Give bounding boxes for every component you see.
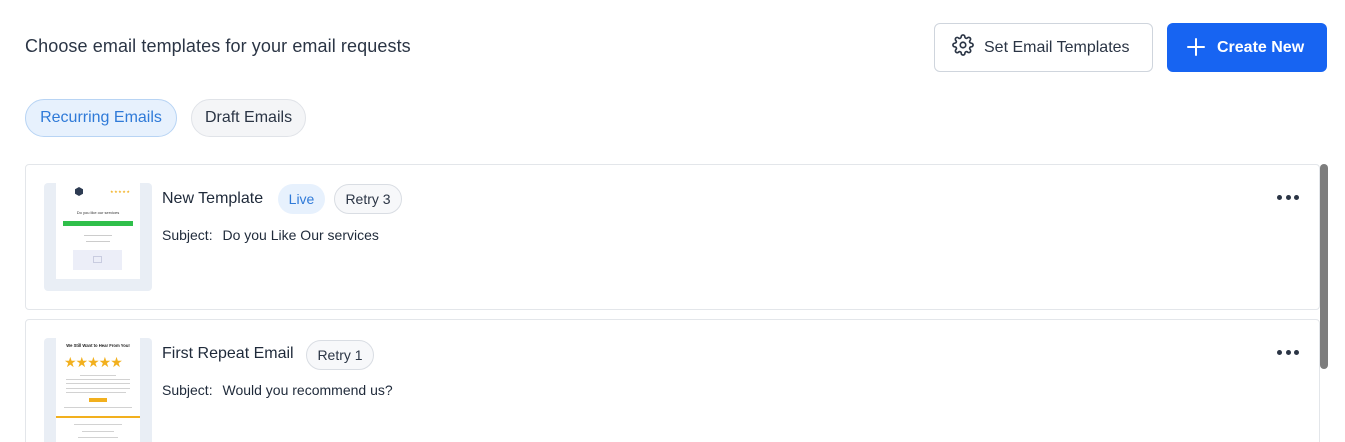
subject-text: Would you recommend us? bbox=[222, 382, 393, 398]
template-card[interactable]: ★★★★★ Do you like our services New Templ… bbox=[25, 164, 1320, 310]
preview-image-placeholder bbox=[73, 250, 122, 270]
retry-badge: Retry 3 bbox=[334, 184, 402, 214]
subject-label: Subject: bbox=[162, 227, 213, 243]
preview-divider bbox=[56, 416, 140, 418]
more-options-icon[interactable] bbox=[1277, 195, 1299, 201]
set-email-templates-button[interactable]: Set Email Templates bbox=[934, 23, 1153, 72]
preview-line bbox=[80, 375, 116, 376]
more-options-icon[interactable] bbox=[1277, 350, 1299, 356]
preview-heading: We Still Want to Hear From You! bbox=[66, 343, 130, 348]
preview-line bbox=[78, 437, 118, 438]
tab-draft-emails[interactable]: Draft Emails bbox=[191, 99, 306, 137]
tab-recurring-emails[interactable]: Recurring Emails bbox=[25, 99, 177, 137]
create-new-label: Create New bbox=[1217, 38, 1305, 56]
template-name: New Template bbox=[162, 190, 264, 207]
preview-line bbox=[82, 431, 114, 432]
preview-heading: Do you like our services bbox=[76, 210, 120, 215]
preview-line bbox=[86, 241, 110, 242]
tab-label: Recurring Emails bbox=[40, 109, 162, 126]
preview-line bbox=[84, 235, 112, 236]
tab-label: Draft Emails bbox=[204, 109, 293, 126]
template-preview-thumbnail[interactable]: We Still Want to Hear From You! ★★★★★ bbox=[44, 338, 152, 442]
stars-icon: ★★★★★ bbox=[110, 189, 131, 194]
preview-line bbox=[74, 424, 122, 425]
preview-green-bar bbox=[63, 221, 133, 226]
preview-line bbox=[64, 407, 132, 408]
plus-icon bbox=[1187, 34, 1205, 60]
create-new-button[interactable]: Create New bbox=[1167, 23, 1327, 72]
vertical-scrollbar[interactable] bbox=[1320, 164, 1328, 369]
subject-line: Subject: Would you recommend us? bbox=[162, 382, 393, 398]
email-preview: ★★★★★ Do you like our services bbox=[56, 183, 140, 279]
subject-line: Subject: Do you Like Our services bbox=[162, 227, 379, 243]
subject-label: Subject: bbox=[162, 382, 213, 398]
logo-icon bbox=[75, 187, 83, 196]
preview-line bbox=[66, 388, 130, 389]
page-title: Choose email templates for your email re… bbox=[25, 36, 411, 56]
preview-button bbox=[89, 398, 107, 402]
template-preview-thumbnail[interactable]: ★★★★★ Do you like our services bbox=[44, 183, 152, 291]
gear-icon bbox=[952, 34, 974, 61]
template-name: First Repeat Email bbox=[162, 345, 294, 362]
status-badge: Live bbox=[278, 184, 325, 214]
set-email-templates-label: Set Email Templates bbox=[984, 38, 1130, 56]
preview-line bbox=[66, 379, 130, 380]
template-card[interactable]: We Still Want to Hear From You! ★★★★★ Fi… bbox=[25, 319, 1320, 442]
email-preview: We Still Want to Hear From You! ★★★★★ bbox=[56, 338, 140, 442]
subject-text: Do you Like Our services bbox=[222, 227, 379, 243]
stars-icon: ★★★★★ bbox=[64, 354, 123, 370]
retry-badge: Retry 1 bbox=[306, 340, 374, 370]
preview-line bbox=[66, 383, 130, 384]
preview-line bbox=[66, 392, 126, 393]
